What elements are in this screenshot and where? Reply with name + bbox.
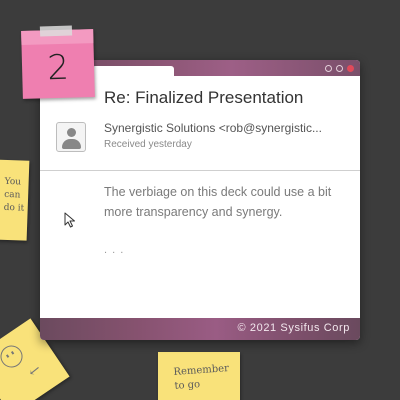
header-divider: [40, 170, 360, 171]
sticky-note-you-can-do-it: You can do it: [0, 159, 30, 241]
email-trimmed-content[interactable]: . . .: [104, 244, 124, 256]
mouse-pointer-icon: [64, 212, 75, 228]
close-button[interactable]: [347, 64, 354, 72]
email-header: Synergistic Solutions <rob@synergistic..…: [40, 112, 360, 164]
email-received-time: Received yesterday: [104, 139, 192, 150]
sticky-note-remember: Remember to go: [158, 352, 240, 400]
smiley-face-icon: [0, 341, 27, 372]
email-window: Re: Finalized Presentation Synergistic S…: [40, 60, 360, 340]
email-body: The verbiage on this deck could use a bi…: [104, 185, 332, 219]
sticky-note-text: Remember to go: [173, 363, 230, 392]
tape-strip: [39, 25, 73, 37]
sticky-note-text: You can do it: [3, 176, 25, 214]
email-sender[interactable]: Synergistic Solutions <rob@synergistic..…: [104, 121, 350, 135]
sticky-note-number-text: 2: [46, 47, 70, 89]
window-controls: [325, 63, 354, 73]
maximize-button[interactable]: [336, 64, 343, 72]
person-icon: [56, 122, 86, 152]
window-footer: © 2021 Sysifus Corp: [40, 318, 360, 340]
copyright-text: © 2021 Sysifus Corp: [237, 322, 350, 334]
minimize-button[interactable]: [325, 64, 332, 72]
arrow-down-left-icon: ↙: [27, 362, 42, 380]
sticky-note-number: 2: [21, 29, 95, 99]
email-subject: Re: Finalized Presentation: [104, 88, 304, 107]
window-tab[interactable]: [92, 66, 174, 80]
desktop-scene: You can do it ↙ Remember to go Re: Final…: [0, 0, 400, 400]
